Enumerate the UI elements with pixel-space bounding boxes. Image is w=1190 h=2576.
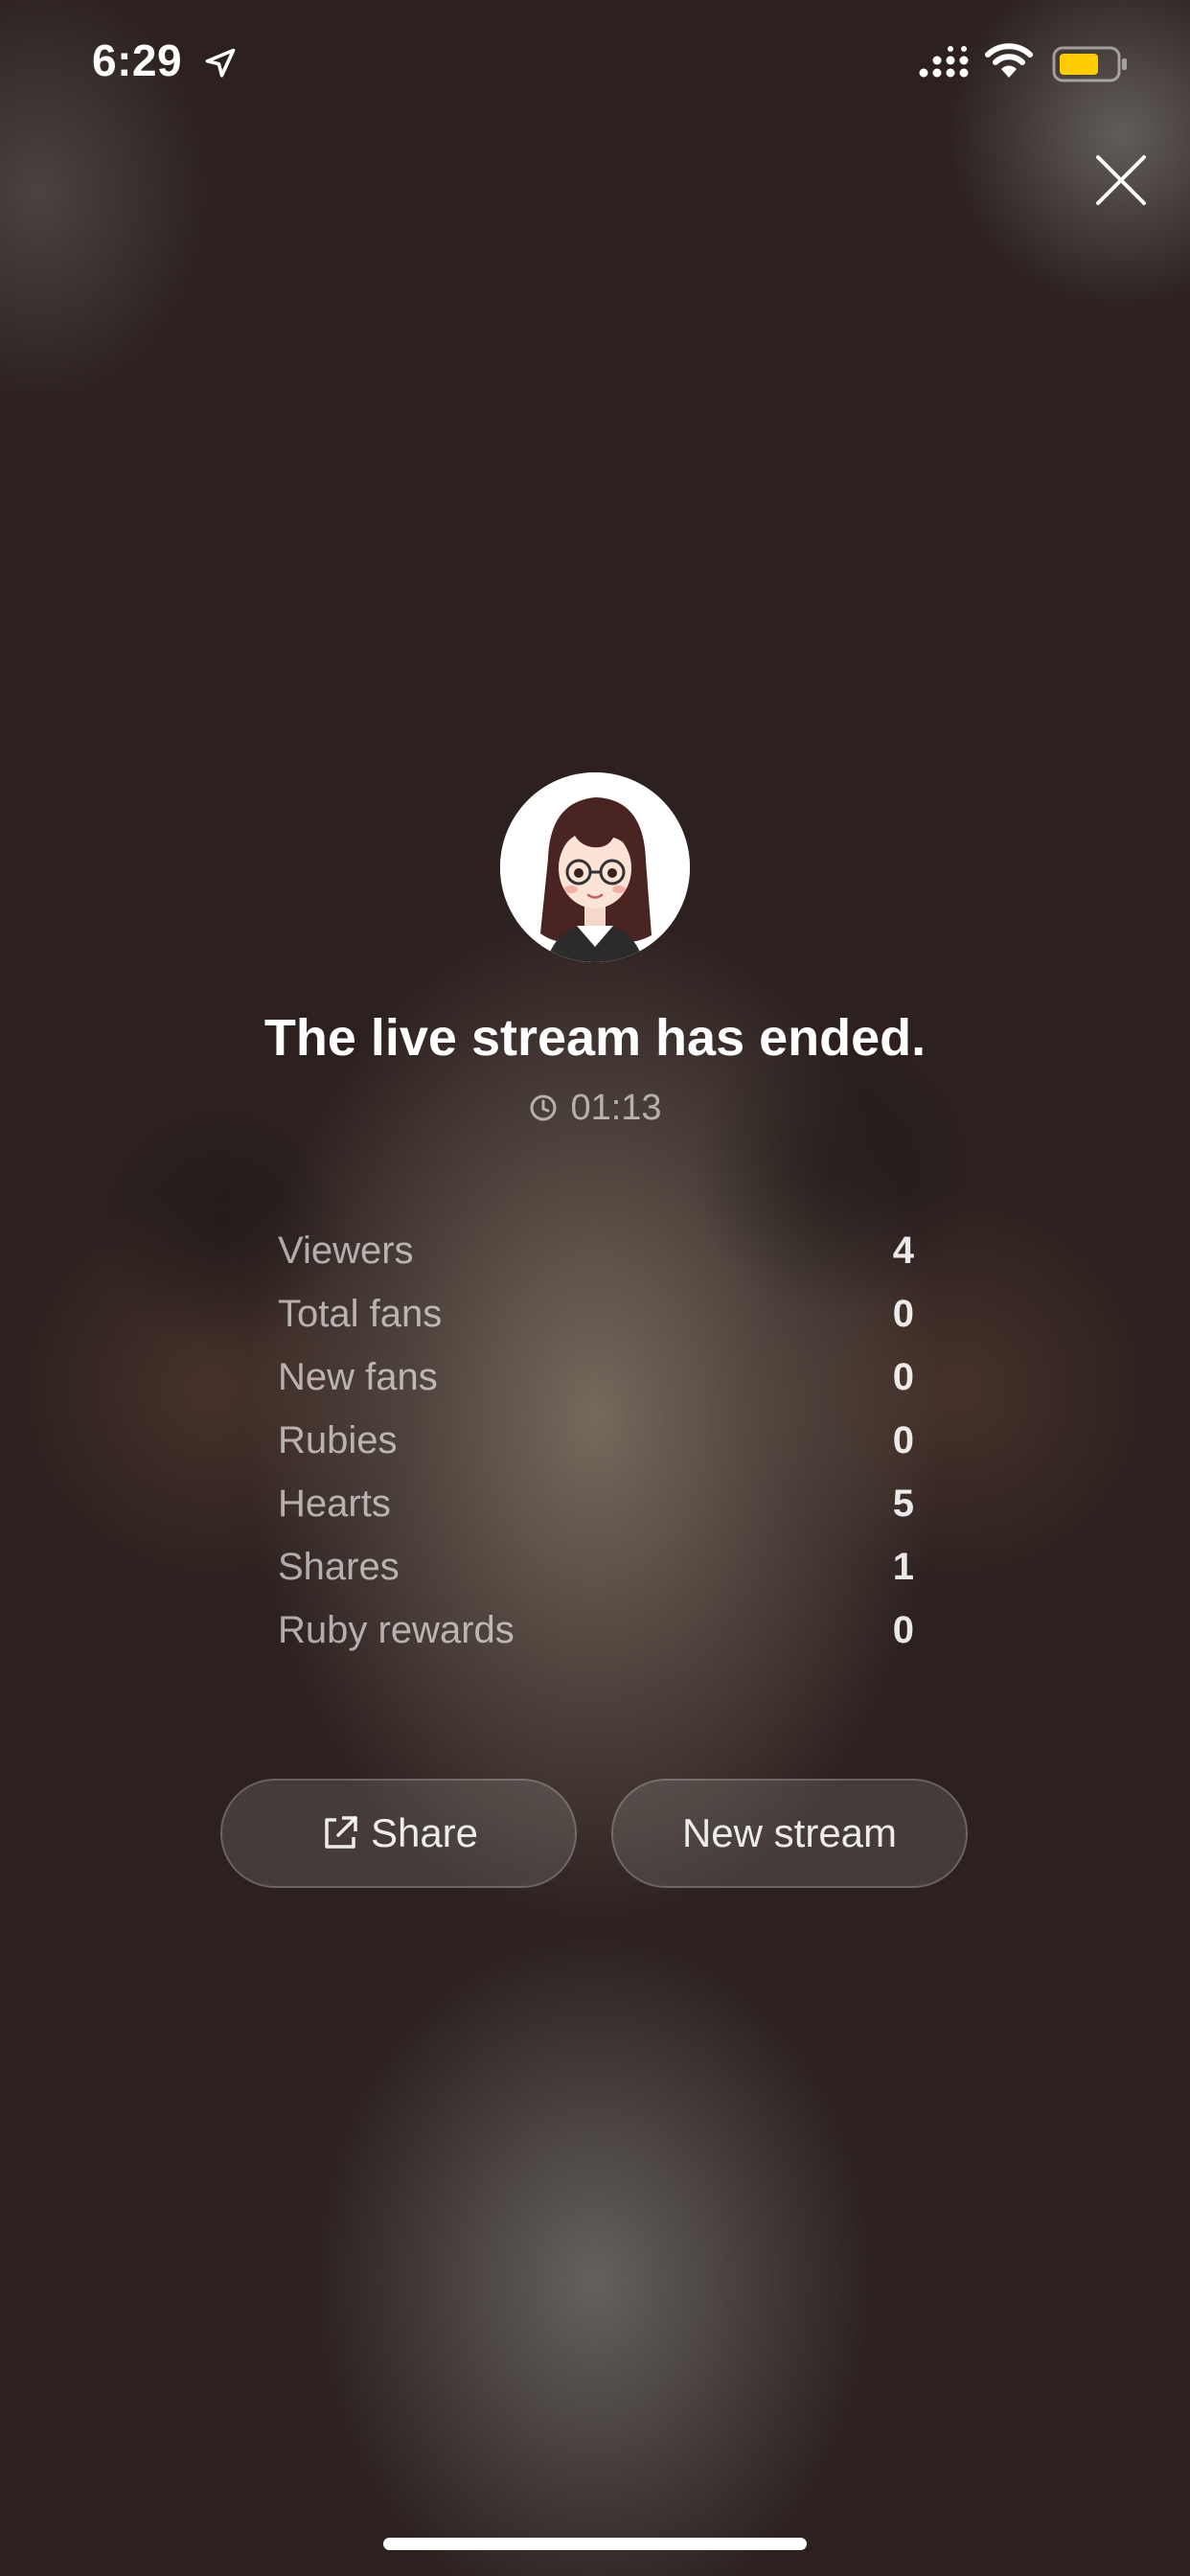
stat-value: 0: [892, 1355, 914, 1398]
clock-icon: [530, 1094, 557, 1121]
stat-label: Shares: [278, 1545, 400, 1588]
share-icon: [325, 1816, 357, 1849]
status-time: 6:29: [92, 35, 183, 85]
location-arrow-icon: [205, 48, 236, 78]
home-indicator: [383, 2538, 807, 2550]
page-title: The live stream has ended.: [263, 1009, 927, 1067]
stat-row-total-fans: Total fans 0: [278, 1282, 914, 1346]
stat-label: New fans: [278, 1355, 438, 1398]
stat-label: Viewers: [278, 1229, 414, 1272]
share-button-label: Share: [370, 1810, 479, 1855]
stat-label: Ruby rewards: [278, 1608, 515, 1651]
avatar-illustration: [500, 772, 690, 962]
stat-value: 0: [892, 1608, 914, 1651]
avatar: [500, 772, 690, 962]
stat-value: 1: [892, 1545, 914, 1588]
stat-row-rubies: Rubies 0: [278, 1409, 914, 1472]
share-button[interactable]: Share: [220, 1779, 577, 1888]
battery-icon: [1052, 46, 1127, 82]
stat-label: Hearts: [278, 1482, 391, 1525]
stat-value: 0: [892, 1418, 914, 1461]
new-stream-button[interactable]: New stream: [611, 1779, 968, 1888]
stat-value: 0: [892, 1292, 914, 1335]
duration-text: 01:13: [570, 1088, 662, 1128]
signal-icon: [919, 46, 969, 78]
stat-value: 5: [892, 1482, 914, 1525]
stat-label: Rubies: [278, 1418, 398, 1461]
stat-row-hearts: Hearts 5: [278, 1472, 914, 1535]
stat-row-shares: Shares 1: [278, 1535, 914, 1598]
close-icon[interactable]: [1092, 151, 1150, 209]
stat-row-new-fans: New fans 0: [278, 1346, 914, 1409]
status-bar: 6:29: [0, 0, 1190, 126]
stat-value: 4: [892, 1229, 914, 1272]
stat-label: Total fans: [278, 1292, 443, 1335]
stats-list: Viewers 4 Total fans 0 New fans 0 Rubies…: [278, 1219, 914, 1662]
stat-row-ruby-rewards: Ruby rewards 0: [278, 1598, 914, 1662]
wifi-icon: [985, 43, 1033, 78]
stat-row-viewers: Viewers 4: [278, 1219, 914, 1282]
new-stream-button-label: New stream: [681, 1810, 898, 1855]
stream-duration: 01:13: [0, 1088, 1190, 1129]
